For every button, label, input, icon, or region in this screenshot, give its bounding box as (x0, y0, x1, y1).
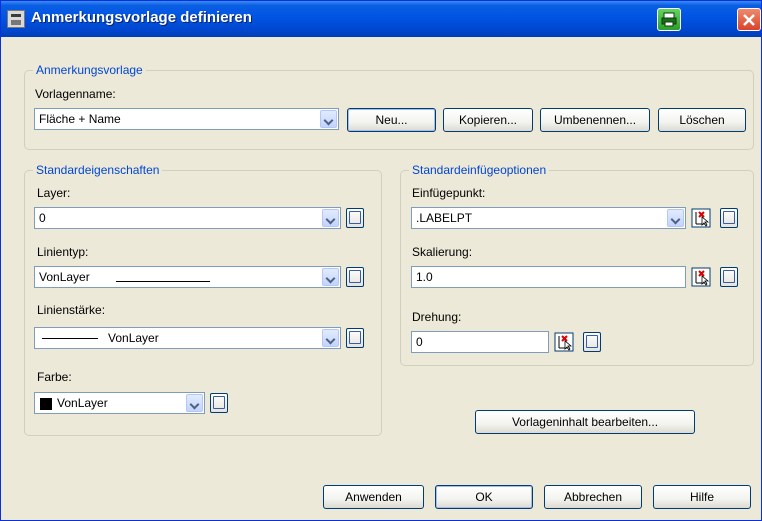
layer-browse-button[interactable] (346, 208, 364, 228)
new-button[interactable]: Neu... (347, 108, 436, 132)
color-label: Farbe: (37, 370, 72, 384)
insertion-point-label: Einfügepunkt: (412, 186, 486, 200)
layer-label: Layer: (37, 186, 71, 200)
close-icon (743, 14, 755, 26)
ok-button[interactable]: OK (435, 485, 533, 509)
print-button[interactable] (657, 8, 681, 31)
color-swatch (40, 398, 52, 410)
properties-group-legend: Standardeigenschaften (33, 163, 163, 177)
color-select[interactable]: VonLayer (34, 392, 205, 414)
rotation-input[interactable]: 0 (411, 331, 549, 353)
chevron-down-icon[interactable] (322, 268, 339, 286)
color-browse-button[interactable] (210, 393, 228, 413)
window-title: Anmerkungsvorlage definieren (31, 9, 252, 26)
insert-options-group-legend: Standardeinfügeoptionen (409, 163, 550, 177)
template-name-label: Vorlagenname: (35, 87, 116, 101)
close-button[interactable] (737, 8, 761, 31)
lineweight-sample-line (42, 338, 98, 339)
app-map-icon (7, 10, 25, 28)
template-name-select[interactable]: Fläche + Name (34, 108, 339, 130)
chevron-down-icon[interactable] (667, 209, 684, 227)
chevron-down-icon[interactable] (322, 209, 339, 227)
chevron-down-icon[interactable] (320, 110, 337, 128)
rotation-label: Drehung: (412, 310, 462, 324)
linetype-sample-line (116, 281, 210, 282)
lineweight-value: VonLayer (108, 331, 159, 345)
template-name-value: Fläche + Name (39, 112, 121, 126)
scale-label: Skalierung: (412, 245, 473, 259)
delete-button[interactable]: Löschen (658, 108, 746, 132)
copy-button[interactable]: Kopieren... (443, 108, 533, 132)
insertion-point-browse-button[interactable] (720, 208, 738, 228)
linetype-value: VonLayer (39, 270, 90, 284)
scale-browse-button[interactable] (720, 267, 738, 287)
title-bar[interactable]: Anmerkungsvorlage definieren (1, 1, 761, 37)
apply-button[interactable]: Anwenden (323, 485, 424, 509)
rotation-browse-button[interactable] (583, 332, 601, 352)
dialog-window: Anmerkungsvorlage definieren Anmerkungsv… (0, 0, 762, 521)
lineweight-select[interactable]: VonLayer (34, 327, 341, 349)
layer-value: 0 (39, 211, 46, 225)
lineweight-label: Linienstärke: (37, 303, 106, 317)
scale-value: 1.0 (416, 270, 433, 284)
pick-point-icon[interactable] (691, 267, 711, 287)
print-icon (661, 12, 677, 27)
chevron-down-icon[interactable] (186, 394, 203, 412)
edit-template-content-button[interactable]: Vorlageninhalt bearbeiten... (475, 410, 695, 434)
template-group-legend: Anmerkungsvorlage (33, 63, 146, 77)
scale-input[interactable]: 1.0 (411, 266, 686, 288)
linetype-select[interactable]: VonLayer (34, 266, 341, 288)
lineweight-browse-button[interactable] (346, 328, 364, 348)
cancel-button[interactable]: Abbrechen (544, 485, 642, 509)
linetype-browse-button[interactable] (346, 267, 364, 287)
insertion-point-select[interactable]: .LABELPT (411, 207, 686, 229)
color-value: VonLayer (57, 396, 108, 410)
insertion-point-value: .LABELPT (416, 211, 473, 225)
rename-button[interactable]: Umbenennen... (540, 108, 650, 132)
layer-select[interactable]: 0 (34, 207, 341, 229)
pick-point-icon[interactable] (554, 332, 574, 352)
pick-point-icon[interactable] (691, 208, 711, 228)
rotation-value: 0 (416, 335, 423, 349)
help-button[interactable]: Hilfe (653, 485, 751, 509)
chevron-down-icon[interactable] (322, 329, 339, 347)
linetype-label: Linientyp: (37, 245, 89, 259)
